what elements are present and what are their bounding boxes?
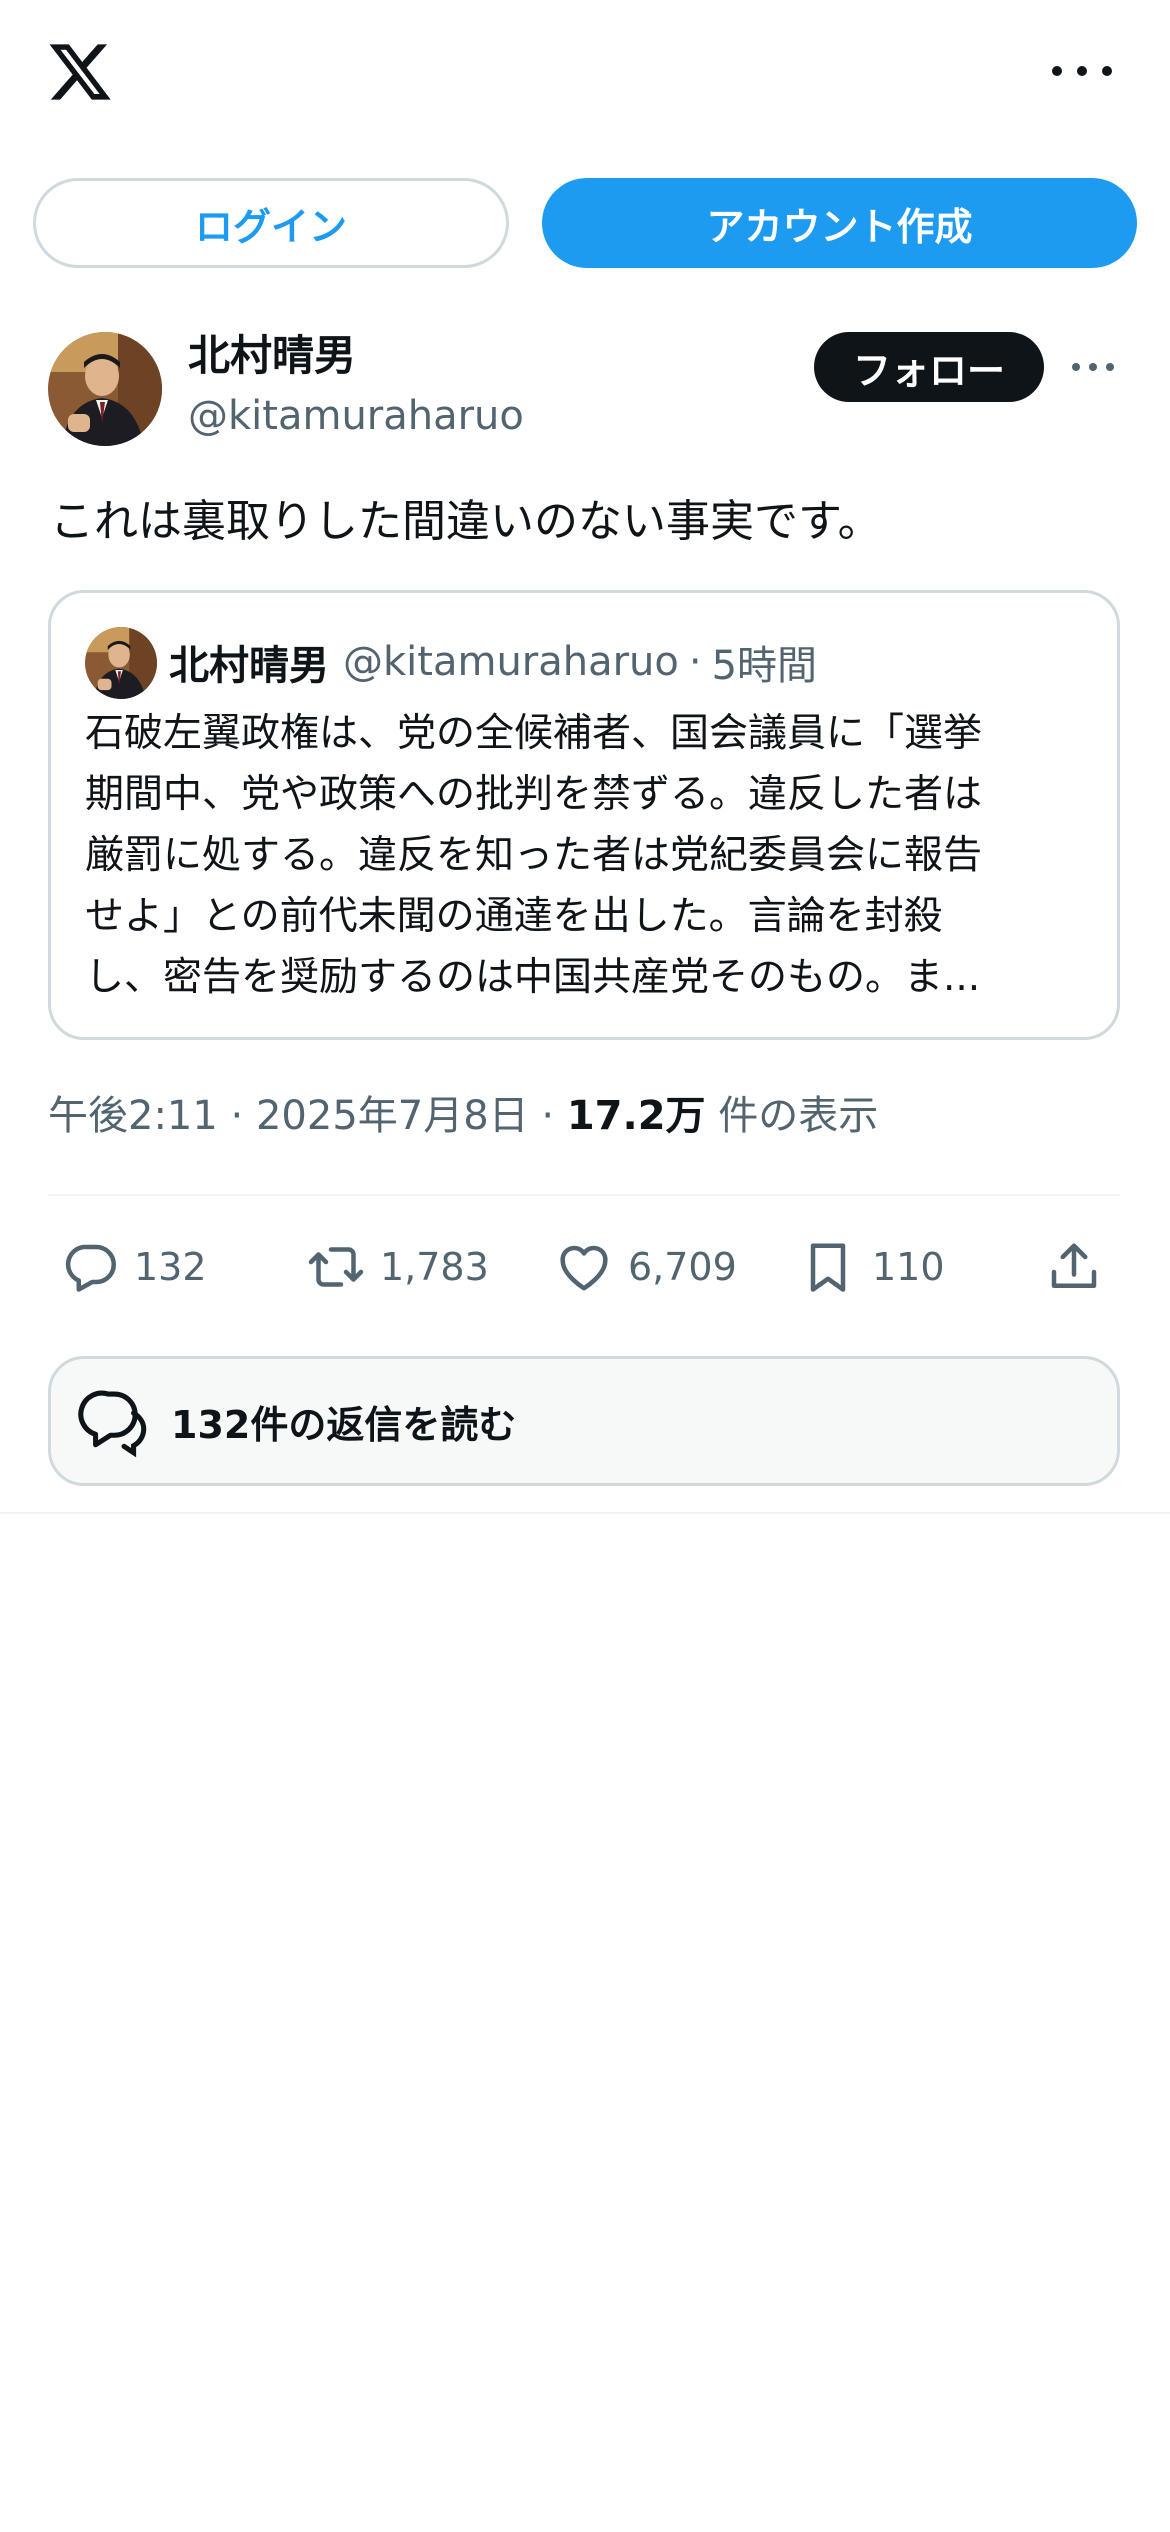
quote-text: 石破左翼政権は、党の全候補者、国会議員に「選挙 期間中、党や政策への批判を禁ずる… (85, 703, 1085, 1008)
quote-text-line: し、密告を奨励するのは中国共産党そのもの。ま... (85, 955, 981, 1000)
quote-author-name: 北村晴男 (169, 643, 329, 689)
tweet-text: これは裏取りした間違いのない事実です。 (50, 496, 882, 547)
retweet-icon (308, 1247, 364, 1287)
quote-text-line: 石破左翼政権は、党の全候補者、国会議員に「選挙 (85, 711, 983, 756)
reply-count: 132 (134, 1245, 207, 1289)
auth-buttons: ログイン アカウント作成 (0, 178, 1170, 270)
reply-icon (65, 1244, 116, 1292)
x-logo-icon[interactable] (46, 38, 114, 106)
quote-header: 北村晴男 @kitamuraharuo · 5時間 (169, 629, 817, 695)
avatar[interactable] (48, 332, 162, 446)
signup-button[interactable]: アカウント作成 (542, 178, 1137, 268)
action-bar: 132 1,783 6,709 110 (0, 1222, 1170, 1312)
author-handle[interactable]: @kitamuraharuo (188, 390, 524, 442)
bookmark-icon (810, 1243, 846, 1292)
meta-separator: · (230, 1093, 244, 1139)
quote-text-line: 厳罰に処する。違反を知った者は党紀委員会に報告 (85, 833, 983, 878)
like-count: 6,709 (628, 1245, 737, 1289)
replies-icon (78, 1390, 147, 1458)
tweet-date[interactable]: 2025年7月8日 (256, 1093, 529, 1139)
retweet-count: 1,783 (380, 1245, 489, 1289)
quote-time: 5時間 (711, 643, 818, 689)
top-bar (0, 0, 1170, 150)
like-button[interactable]: 6,709 (554, 1222, 737, 1312)
bookmark-button[interactable]: 110 (798, 1222, 945, 1312)
read-replies-button[interactable]: 132件の返信を読む (48, 1356, 1120, 1486)
divider (0, 1512, 1170, 1514)
meta-separator: · (541, 1093, 555, 1139)
quote-separator: · (688, 639, 702, 685)
quote-text-line: 期間中、党や政策への批判を禁ずる。違反した者は (85, 772, 983, 817)
tweet-more-icon[interactable] (1072, 356, 1114, 378)
retweet-button[interactable]: 1,783 (306, 1222, 489, 1312)
read-replies-label: 132件の返信を読む (171, 1402, 517, 1447)
author-name[interactable]: 北村晴男 (188, 328, 356, 384)
quote-text-line: せよ」との前代未聞の通達を出した。言論を封殺 (85, 894, 943, 939)
views-count: 17.2万 (566, 1093, 706, 1139)
more-dots-icon[interactable] (1052, 56, 1112, 86)
follow-button[interactable]: フォロー (814, 332, 1044, 402)
share-icon (1051, 1243, 1097, 1288)
bookmark-count: 110 (872, 1245, 945, 1289)
heart-icon (560, 1245, 608, 1291)
quote-avatar (85, 627, 157, 699)
divider (48, 1194, 1120, 1196)
share-button[interactable] (1044, 1222, 1104, 1312)
tweet-meta: 午後2:11 · 2025年7月8日 · 17.2万 件の表示 (48, 1088, 878, 1144)
views-label: 件の表示 (718, 1093, 879, 1139)
quote-author-handle: @kitamuraharuo (343, 639, 679, 685)
quoted-tweet-card[interactable]: 北村晴男 @kitamuraharuo · 5時間 石破左翼政権は、党の全候補者… (48, 590, 1120, 1040)
login-button[interactable]: ログイン (33, 178, 509, 268)
tweet-time[interactable]: 午後2:11 (48, 1093, 218, 1139)
reply-button[interactable]: 132 (60, 1222, 207, 1312)
